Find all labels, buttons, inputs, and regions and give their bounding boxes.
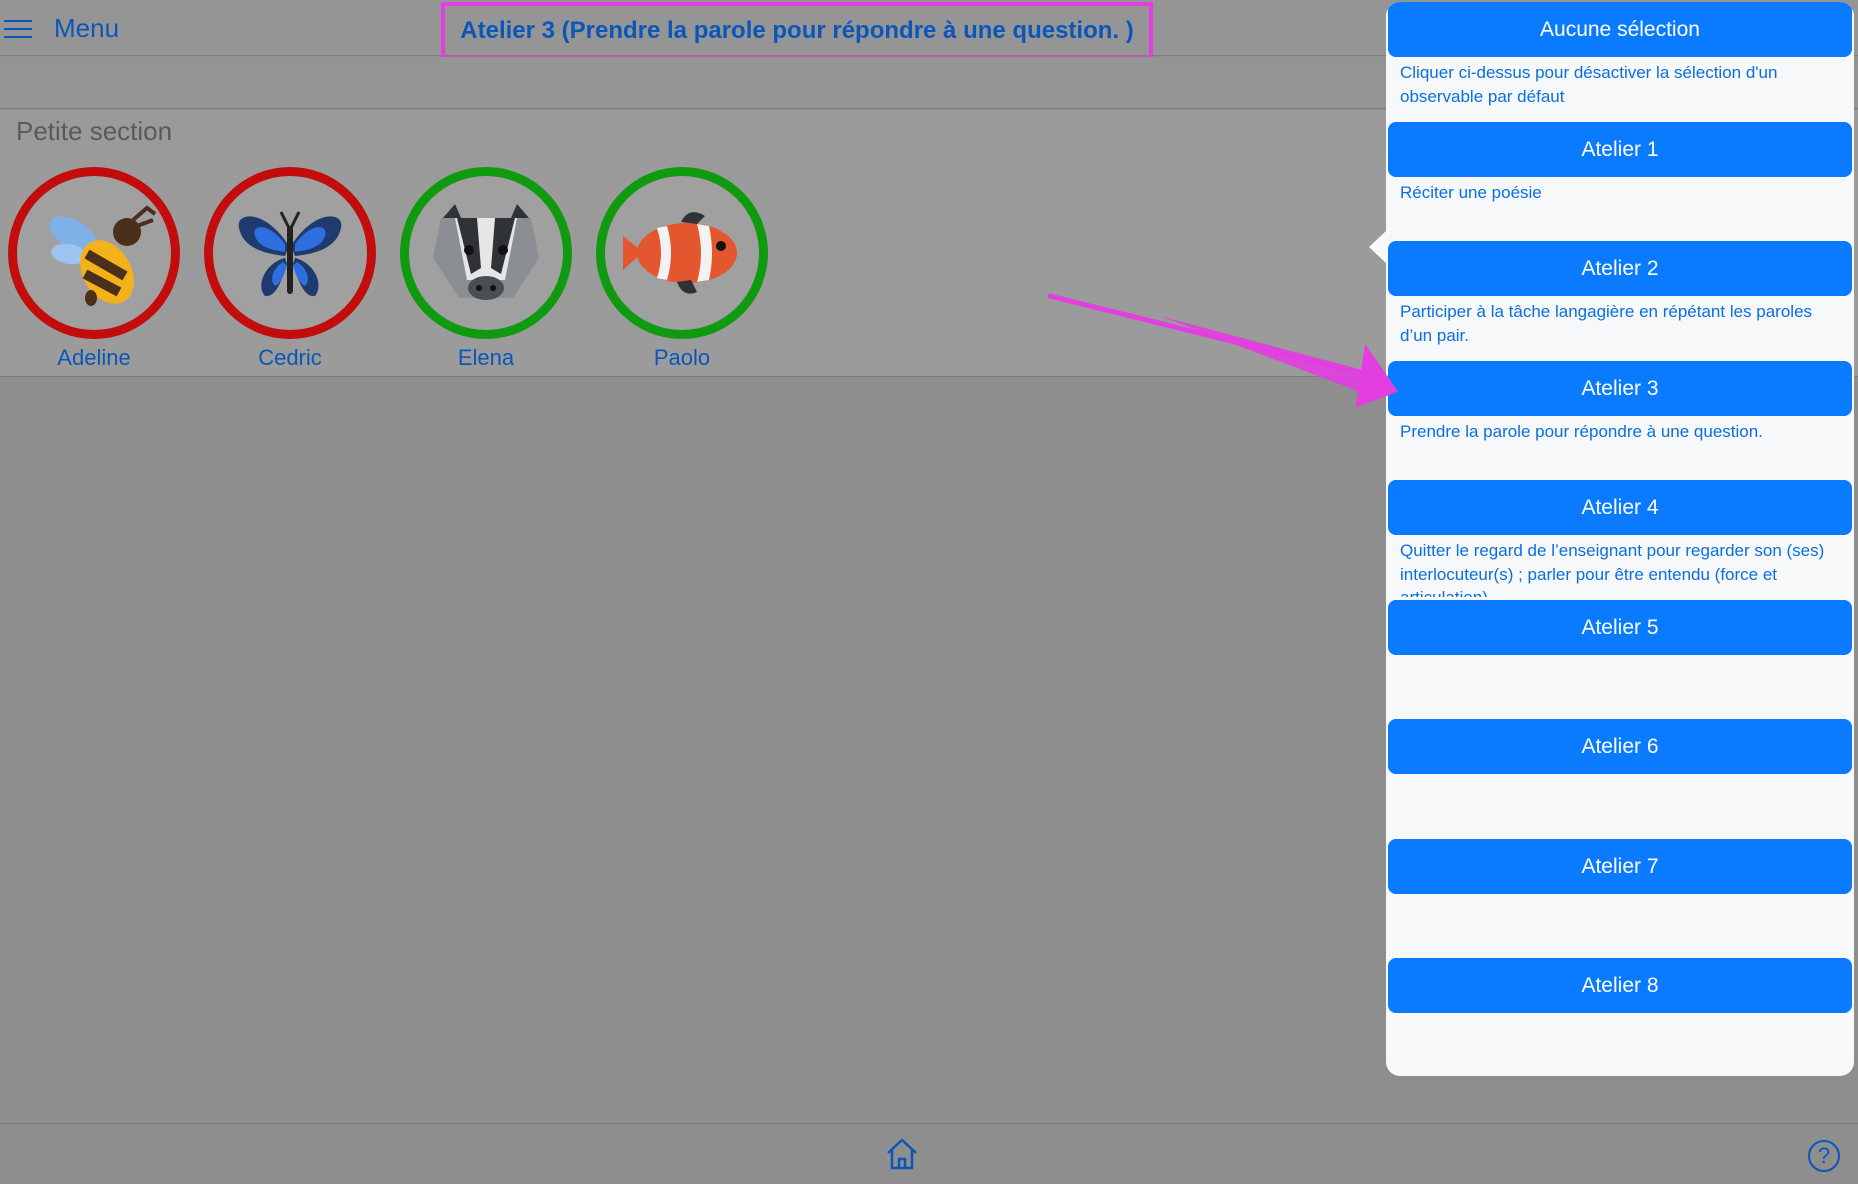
bee-icon <box>49 205 157 306</box>
option-atelier-4: Atelier 4 Quitter le regard de l’enseign… <box>1386 480 1852 600</box>
atelier-5-button[interactable]: Atelier 5 <box>1388 599 1852 655</box>
help-button[interactable]: ? <box>1808 1140 1840 1172</box>
student-card-adeline[interactable]: Adeline <box>8 167 180 370</box>
option-atelier-3: Atelier 3 Prendre la parole pour répondr… <box>1386 360 1852 481</box>
student-status-ring <box>8 167 180 339</box>
student-name: Elena <box>457 345 515 370</box>
hamburger-icon <box>4 18 32 38</box>
student-name: Paolo <box>653 345 711 370</box>
option-description: Cliquer ci-dessus pour désactiver la sél… <box>1400 63 1778 106</box>
option-description <box>1400 659 1840 717</box>
option-atelier-8: Atelier 8 <box>1386 958 1852 1076</box>
atelier-6-button[interactable]: Atelier 6 <box>1388 719 1852 774</box>
popover-pointer <box>1369 230 1387 264</box>
option-description: Réciter une poésie <box>1400 182 1542 202</box>
option-description: Quitter le regard de l’enseignant pour r… <box>1400 541 1825 597</box>
clownfish-icon <box>623 212 737 294</box>
atelier-3-button[interactable]: Atelier 3 <box>1388 360 1852 416</box>
page-title-highlight: Atelier 3 (Prendre la parole pour répond… <box>441 2 1153 60</box>
option-atelier-5: Atelier 5 <box>1386 599 1852 720</box>
observable-selection-popover: Aucune sélection Cliquer ci-dessus pour … <box>1386 2 1854 1076</box>
menu-label: Menu <box>54 12 120 43</box>
option-atelier-6: Atelier 6 <box>1386 719 1852 839</box>
section-title: Petite section <box>16 116 173 146</box>
atelier-2-button[interactable]: Atelier 2 <box>1388 241 1852 296</box>
badger-icon <box>433 204 539 300</box>
butterfly-icon <box>238 211 342 297</box>
student-name: Cedric <box>258 345 322 370</box>
home-button[interactable] <box>884 1136 920 1172</box>
student-card-elena[interactable]: Elena <box>400 167 572 370</box>
atelier-1-button[interactable]: Atelier 1 <box>1388 121 1852 177</box>
option-atelier-1: Atelier 1 Réciter une poésie <box>1386 121 1852 242</box>
student-status-ring <box>400 167 572 339</box>
home-icon <box>887 1138 917 1170</box>
atelier-4-button[interactable]: Atelier 4 <box>1388 480 1852 535</box>
option-description <box>1400 1017 1840 1075</box>
menu-button[interactable]: Menu <box>4 10 119 46</box>
student-status-ring <box>596 167 768 339</box>
option-description <box>1400 898 1840 956</box>
atelier-7-button[interactable]: Atelier 7 <box>1388 838 1852 894</box>
student-card-cedric[interactable]: Cedric <box>204 167 376 370</box>
option-description: Participer à la tâche langagière en répé… <box>1400 302 1813 345</box>
option-description <box>1400 778 1840 836</box>
bottom-bar: ? <box>0 1123 1858 1184</box>
option-aucune-selection: Aucune sélection Cliquer ci-dessus pour … <box>1386 2 1852 122</box>
page-title: Atelier 3 (Prendre la parole pour répond… <box>460 17 1134 44</box>
option-description: Prendre la parole pour répondre à une qu… <box>1400 421 1763 441</box>
option-atelier-7: Atelier 7 <box>1386 838 1852 959</box>
aucune-selection-button[interactable]: Aucune sélection <box>1388 2 1852 57</box>
student-card-paolo[interactable]: Paolo <box>596 167 768 370</box>
option-atelier-2: Atelier 2 Participer à la tâche langagiè… <box>1386 241 1852 361</box>
help-icon: ? <box>1817 1143 1831 1168</box>
student-name: Adeline <box>57 345 131 370</box>
atelier-8-button[interactable]: Atelier 8 <box>1388 958 1852 1013</box>
student-status-ring <box>204 167 376 339</box>
